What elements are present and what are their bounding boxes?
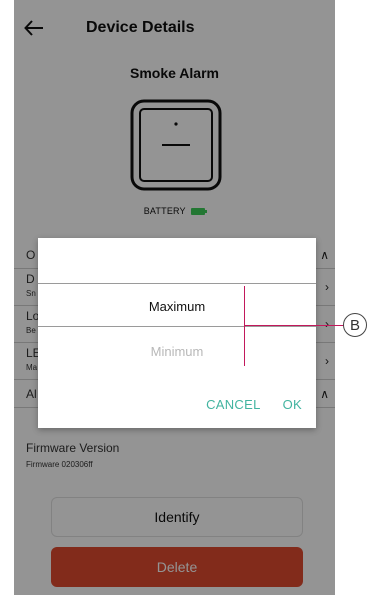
picker-divider	[38, 283, 316, 284]
picker-divider	[38, 326, 316, 327]
callout-marker: B	[343, 313, 367, 337]
picker-option-maximum[interactable]: Maximum	[38, 299, 316, 314]
phone-screen: Device Details Smoke Alarm BATTERY O ∧ D…	[14, 0, 335, 595]
cancel-button[interactable]: CANCEL	[206, 397, 261, 412]
sensitivity-picker-dialog: Maximum Minimum CANCEL OK	[38, 238, 316, 428]
annotation-line	[244, 286, 245, 366]
ok-button[interactable]: OK	[283, 397, 302, 412]
annotation-line	[244, 325, 344, 326]
picker-option-minimum[interactable]: Minimum	[38, 344, 316, 359]
dialog-actions: CANCEL OK	[206, 397, 302, 412]
